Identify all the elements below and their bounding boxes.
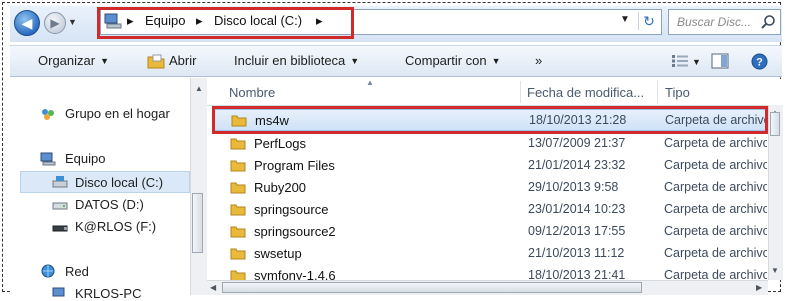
file-row[interactable]: springsource 23/01/2014 10:23 Carpeta de…	[212, 199, 767, 221]
network-icon	[41, 264, 55, 278]
nav-network[interactable]: Red	[65, 264, 89, 279]
local-disk-icon	[52, 176, 68, 188]
address-dropdown-icon[interactable]: ▼	[620, 14, 630, 25]
sort-ascending-icon: ▲	[366, 78, 374, 87]
more-commands-button[interactable]: »	[535, 53, 542, 68]
file-date: 21/01/2014 23:32	[528, 158, 626, 172]
search-input[interactable]: Buscar Disc...	[668, 9, 781, 35]
folder-icon	[230, 160, 246, 172]
search-placeholder: Buscar Disc...	[677, 15, 752, 29]
column-header	[207, 79, 782, 106]
file-row[interactable]: Program Files 21/01/2014 23:32 Carpeta d…	[212, 155, 767, 177]
nav-drive-c[interactable]: Disco local (C:)	[75, 175, 163, 190]
file-type: Carpeta de archivos	[664, 136, 767, 150]
file-date: 09/12/2013 17:55	[528, 224, 626, 238]
nav-scrollbar[interactable]	[190, 78, 207, 295]
organize-label: Organizar	[38, 53, 96, 68]
network-pc-icon	[52, 287, 65, 297]
usb-drive-icon	[52, 225, 68, 232]
homegroup-icon	[42, 109, 54, 120]
file-type: Carpeta de archivos	[664, 158, 767, 172]
nav-computer[interactable]: Equipo	[65, 151, 105, 166]
include-library-button[interactable]: Incluir en biblioteca ▼	[234, 53, 359, 68]
highlight-box-row	[212, 106, 768, 134]
scroll-left-icon[interactable]: ◀	[210, 283, 216, 292]
file-date: 18/10/2013 21:41	[528, 268, 626, 280]
scroll-up-icon[interactable]: ▲	[195, 84, 203, 93]
folder-icon	[230, 204, 246, 216]
search-icon	[761, 15, 775, 29]
open-button[interactable]: Abrir	[169, 53, 196, 68]
file-name: springsource2	[254, 224, 336, 239]
view-options-icon[interactable]	[672, 55, 688, 67]
file-type: Carpeta de archivos	[664, 202, 767, 216]
file-name: Ruby200	[254, 180, 307, 195]
file-name: springsource	[254, 202, 329, 217]
file-name: Program Files	[254, 158, 335, 173]
file-row[interactable]: Ruby200 29/10/2013 9:58 Carpeta de archi…	[212, 177, 767, 199]
file-date: 23/01/2014 10:23	[528, 202, 626, 216]
folder-icon	[230, 248, 246, 260]
nav-homegroup[interactable]: Grupo en el hogar	[65, 106, 170, 121]
file-type: Carpeta de archivos	[664, 246, 767, 260]
drive-icon	[52, 202, 68, 210]
nav-scroll-thumb[interactable]	[192, 193, 203, 253]
share-with-label: Compartir con	[405, 53, 487, 68]
file-date: 21/10/2013 11:12	[528, 246, 625, 260]
organize-button[interactable]: Organizar ▼	[38, 53, 109, 68]
preview-pane-icon[interactable]	[711, 53, 729, 69]
file-row[interactable]: PerfLogs 13/07/2009 21:37 Carpeta de arc…	[212, 133, 767, 155]
nav-network-pc[interactable]: KRLOS-PC	[75, 286, 141, 301]
folder-icon	[230, 226, 246, 238]
column-name[interactable]: Nombre	[229, 85, 275, 100]
column-type[interactable]: Tipo	[665, 85, 690, 100]
file-date: 29/10/2013 9:58	[528, 180, 619, 194]
folder-icon	[230, 138, 246, 150]
refresh-icon[interactable]: ↻	[638, 12, 659, 30]
scroll-right-icon[interactable]: ▶	[756, 283, 762, 292]
svg-text:?: ?	[756, 57, 763, 69]
command-bar	[10, 45, 782, 77]
view-dropdown-icon[interactable]: ▼	[692, 57, 701, 67]
vertical-scroll-thumb[interactable]	[770, 112, 780, 136]
file-date: 13/07/2009 21:37	[528, 136, 626, 150]
column-divider[interactable]	[520, 81, 521, 103]
file-row[interactable]: springsource2 09/12/2013 17:55 Carpeta d…	[212, 221, 767, 243]
share-with-button[interactable]: Compartir con ▼	[405, 53, 501, 68]
forward-button[interactable]: ▶	[44, 12, 66, 34]
file-name: swsetup	[254, 246, 302, 261]
folder-icon	[230, 182, 246, 194]
file-type: Carpeta de archivos	[664, 224, 767, 238]
back-button[interactable]: ◀	[14, 10, 40, 36]
horizontal-scroll-thumb[interactable]	[222, 282, 642, 293]
file-row[interactable]: symfony-1.4.6 18/10/2013 21:41 Carpeta d…	[212, 265, 767, 280]
file-type: Carpeta de archivos	[664, 180, 767, 194]
column-date[interactable]: Fecha de modifica...	[527, 85, 644, 100]
highlight-box-address	[97, 7, 354, 39]
computer-icon	[40, 152, 56, 166]
file-name: PerfLogs	[254, 136, 307, 151]
recent-pages-dropdown[interactable]: ▼	[68, 17, 77, 27]
include-library-label: Incluir en biblioteca	[234, 53, 346, 68]
folder-icon	[230, 270, 246, 280]
file-type: Carpeta de archivos	[664, 268, 767, 280]
file-name: symfony-1.4.6	[254, 268, 336, 280]
file-row[interactable]: swsetup 21/10/2013 11:12 Carpeta de arch…	[212, 243, 767, 265]
open-icon	[147, 54, 165, 69]
nav-drive-d[interactable]: DATOS (D:)	[75, 197, 144, 212]
nav-drive-f[interactable]: K@RLOS (F:)	[75, 219, 156, 234]
column-divider[interactable]	[657, 81, 658, 103]
scroll-down-icon[interactable]: ▼	[771, 266, 779, 275]
help-icon[interactable]: ?	[751, 53, 768, 70]
